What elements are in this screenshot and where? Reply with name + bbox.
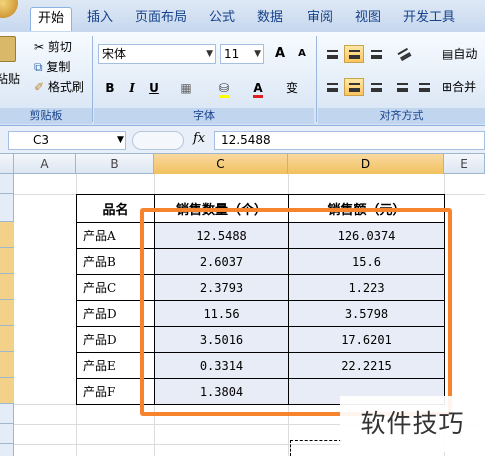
row-header[interactable]	[0, 222, 14, 248]
phonetic-button[interactable]: 变	[282, 78, 302, 98]
row-header[interactable]	[0, 300, 14, 326]
copy-icon: ⧉	[34, 60, 43, 74]
wrap-text-label: 自动	[453, 47, 478, 61]
tab-data[interactable]: 数据	[250, 7, 290, 31]
column-header-b[interactable]: B	[76, 154, 154, 174]
format-painter-button[interactable]: ✐ 格式刷	[34, 78, 84, 96]
tab-home[interactable]: 开始	[30, 7, 72, 31]
column-header-c[interactable]: C	[154, 154, 288, 174]
align-left-icon	[327, 83, 338, 92]
divider	[92, 36, 93, 122]
font-name-value: 宋体	[102, 47, 127, 61]
font-group-label: 字体	[94, 108, 314, 124]
office-button[interactable]	[0, 0, 18, 18]
wrap-text-button[interactable]: ▤自动	[442, 45, 477, 63]
name-box[interactable]: C3 ▼	[8, 131, 126, 150]
shrink-font-button[interactable]: A	[292, 44, 312, 64]
align-left-button[interactable]	[322, 78, 342, 96]
font-size-value: 11	[224, 47, 240, 61]
tab-developer[interactable]: 开发工具	[396, 7, 462, 31]
copy-button[interactable]: ⧉ 复制	[34, 58, 70, 76]
tab-formulas[interactable]: 公式	[202, 7, 242, 31]
row-header[interactable]	[0, 326, 14, 352]
orientation-button[interactable]	[394, 45, 414, 63]
orientation-icon	[397, 47, 412, 62]
chevron-down-icon[interactable]: ▼	[117, 132, 124, 149]
fill-color-button[interactable]: ⛁	[214, 78, 234, 98]
font-size-select[interactable]: 11 ▼	[220, 44, 264, 64]
underline-button[interactable]: U	[144, 78, 164, 98]
ribbon-tab-bar: 开始 插入 页面布局 公式 数据 审阅 视图 开发工具	[0, 0, 485, 32]
align-right-button[interactable]	[366, 78, 386, 96]
row-header[interactable]	[0, 174, 14, 194]
clipboard-group-label: 剪贴板	[0, 108, 92, 124]
chevron-down-icon: ▼	[206, 49, 213, 59]
bold-button[interactable]: B	[100, 78, 120, 98]
tab-page-layout[interactable]: 页面布局	[128, 7, 194, 31]
function-wizard-slot	[132, 131, 184, 150]
grow-font-button[interactable]: A	[270, 44, 290, 64]
insert-function-button[interactable]: fx	[193, 131, 205, 146]
row-header[interactable]	[0, 274, 14, 300]
cut-button[interactable]: ✂ 剪切	[34, 38, 72, 56]
align-right-icon	[371, 83, 382, 92]
borders-icon: ▦	[180, 81, 192, 95]
alignment-group-label: 对齐方式	[318, 108, 485, 124]
wrap-icon: ▤	[442, 47, 454, 61]
column-headers: A B C D E	[0, 154, 485, 174]
ribbon: 粘贴 ✂ 剪切 ⧉ 复制 ✐ 格式刷 剪贴板 宋体 ▼ 11 ▼ A A B I U…	[0, 32, 485, 126]
column-header-a[interactable]: A	[14, 154, 76, 174]
row-header[interactable]	[0, 404, 14, 424]
italic-button[interactable]: I	[122, 78, 142, 98]
cell-reference: C3	[33, 133, 50, 147]
indent-icon	[419, 83, 430, 92]
border-button[interactable]: ▦	[176, 78, 196, 98]
format-painter-label: 格式刷	[47, 80, 84, 94]
merge-icon: ⊞	[442, 80, 453, 94]
brush-icon: ✐	[34, 80, 45, 94]
align-bottom-button[interactable]	[366, 45, 386, 63]
formula-bar: C3 ▼ fx 12.5488	[0, 126, 485, 154]
row-header[interactable]	[0, 378, 14, 404]
tab-view[interactable]: 视图	[348, 7, 388, 31]
watermark: 软件技巧	[340, 396, 485, 452]
paste-icon[interactable]	[0, 36, 16, 62]
align-top-icon	[327, 50, 338, 59]
merge-button[interactable]: ⊞合并	[442, 78, 476, 96]
tab-insert[interactable]: 插入	[80, 7, 120, 31]
paste-button[interactable]: 粘贴	[0, 70, 20, 88]
scissors-icon: ✂	[34, 40, 45, 54]
copy-label: 复制	[46, 60, 71, 74]
row-header[interactable]	[0, 194, 14, 222]
formula-input[interactable]: 12.5488	[214, 131, 485, 150]
row-headers	[0, 174, 14, 456]
align-bottom-icon	[371, 50, 382, 59]
align-middle-button[interactable]	[344, 45, 364, 63]
cut-label: 剪切	[47, 40, 72, 54]
align-center-icon	[349, 83, 360, 92]
font-color-icon: A	[253, 81, 263, 98]
chevron-down-icon: ▼	[254, 49, 261, 59]
divider	[316, 36, 317, 122]
row-header[interactable]	[0, 352, 14, 378]
merge-label: 合并	[452, 80, 477, 94]
font-name-select[interactable]: 宋体 ▼	[98, 44, 216, 64]
column-header-d[interactable]: D	[288, 154, 444, 174]
font-color-button[interactable]: A	[248, 78, 268, 98]
column-header-e[interactable]: E	[444, 154, 485, 174]
select-all-corner[interactable]	[0, 154, 14, 174]
tab-review[interactable]: 审阅	[300, 7, 340, 31]
indent-icon	[397, 83, 408, 92]
decrease-indent-button[interactable]	[392, 78, 412, 96]
row-header[interactable]	[0, 424, 14, 444]
align-top-button[interactable]	[322, 45, 342, 63]
row-header[interactable]	[0, 248, 14, 274]
highlight-box	[140, 208, 452, 416]
align-middle-icon	[349, 50, 360, 59]
copy-marquee	[290, 440, 342, 456]
paint-bucket-icon: ⛁	[218, 81, 230, 98]
increase-indent-button[interactable]	[414, 78, 434, 96]
align-center-button[interactable]	[344, 78, 364, 96]
